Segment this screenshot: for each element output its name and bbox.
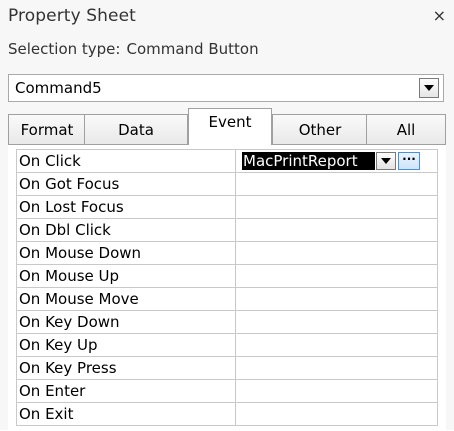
property-value-cell[interactable]	[235, 172, 438, 196]
ellipsis-icon[interactable]: ···	[398, 152, 420, 170]
property-name: On Got Focus	[16, 172, 236, 196]
value-dropdown-button[interactable]	[376, 152, 396, 170]
object-name: Command5	[15, 79, 102, 97]
table-row: On Enter	[16, 379, 438, 403]
property-value-cell[interactable]	[235, 241, 438, 265]
object-selector[interactable]: Command5	[8, 74, 444, 102]
tab-strip: Format Data Event Other All	[8, 108, 446, 145]
selection-type: Selection type: Command Button	[8, 40, 259, 58]
property-grid: On Click MacPrintReport ··· On Got Focus…	[8, 144, 446, 431]
property-value-cell[interactable]	[235, 218, 438, 242]
property-name: On Exit	[16, 402, 236, 426]
property-value-cell[interactable]	[235, 310, 438, 334]
chevron-down-icon	[424, 85, 434, 91]
selection-type-value: Command Button	[126, 40, 259, 58]
property-value-cell[interactable]	[235, 333, 438, 357]
table-row: On Got Focus	[16, 172, 438, 196]
property-name: On Click	[16, 149, 236, 173]
table-row: On Key Up	[16, 333, 438, 357]
table-row: On Exit	[16, 402, 438, 426]
table-row: On Mouse Up	[16, 264, 438, 288]
property-value-cell[interactable]	[235, 264, 438, 288]
property-value-cell[interactable]	[235, 195, 438, 219]
property-name: On Dbl Click	[16, 218, 236, 242]
tab-event[interactable]: Event	[188, 108, 272, 145]
object-selector-dropdown-button[interactable]	[419, 78, 439, 98]
tab-all[interactable]: All	[366, 114, 446, 144]
title-bar: Property Sheet ×	[0, 0, 454, 36]
table-row: On Key Down	[16, 310, 438, 334]
property-name: On Mouse Up	[16, 264, 236, 288]
property-name: On Mouse Move	[16, 287, 236, 311]
chevron-down-icon	[381, 158, 391, 164]
property-name: On Key Up	[16, 333, 236, 357]
table-row: On Mouse Down	[16, 241, 438, 265]
property-name: On Key Down	[16, 310, 236, 334]
table-row: On Click MacPrintReport ···	[16, 149, 438, 173]
tab-data[interactable]: Data	[84, 114, 188, 144]
property-name: On Lost Focus	[16, 195, 236, 219]
property-value-cell[interactable]: MacPrintReport ···	[235, 149, 438, 173]
property-name: On Enter	[16, 379, 236, 403]
property-value-cell[interactable]	[235, 287, 438, 311]
selection-type-label: Selection type:	[8, 40, 121, 58]
table-row: On Dbl Click	[16, 218, 438, 242]
property-sheet: Property Sheet × Selection type: Command …	[0, 0, 454, 431]
tab-format[interactable]: Format	[8, 114, 86, 144]
property-value-cell[interactable]	[235, 356, 438, 380]
property-value-cell[interactable]	[235, 402, 438, 426]
event-properties-table: On Click MacPrintReport ··· On Got Focus…	[16, 149, 438, 426]
property-name: On Mouse Down	[16, 241, 236, 265]
property-name: On Key Press	[16, 356, 236, 380]
table-row: On Mouse Move	[16, 287, 438, 311]
close-icon[interactable]: ×	[433, 6, 446, 25]
on-click-value[interactable]: MacPrintReport	[242, 152, 375, 170]
table-row: On Key Press	[16, 356, 438, 380]
table-row: On Lost Focus	[16, 195, 438, 219]
property-value-cell[interactable]	[235, 379, 438, 403]
tab-other[interactable]: Other	[272, 114, 368, 144]
panel-title: Property Sheet	[8, 6, 136, 26]
